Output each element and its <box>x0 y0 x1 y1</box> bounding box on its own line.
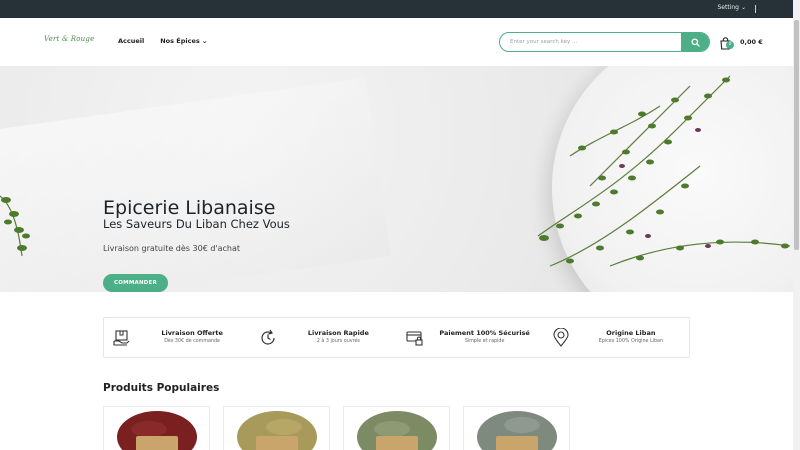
site-header: Vert & Rouge Accueil Nos Épices ⌄ 0 0,00… <box>0 18 800 66</box>
cart-amount: 0,00 € <box>740 37 763 46</box>
product-package <box>136 436 178 450</box>
secure-payment-icon <box>405 331 423 346</box>
divider <box>755 5 756 13</box>
product-list <box>103 406 570 450</box>
product-package <box>496 436 538 450</box>
main-nav: Accueil Nos Épices ⌄ <box>118 37 208 45</box>
location-origin-icon <box>553 328 569 347</box>
feature-subtitle: Dès 30€ de commande <box>164 339 220 344</box>
herb-sprig-image <box>0 195 30 257</box>
hero-subtitle: Les Saveurs Du Liban Chez Vous <box>103 217 290 231</box>
commander-button[interactable]: COMMANDER <box>103 274 168 292</box>
setting-label: Setting <box>717 4 739 11</box>
page-scrollbar[interactable] <box>793 0 800 450</box>
feature-fast-delivery: Livraison Rapide 2 à 3 jours ouvrés <box>250 318 396 357</box>
product-package <box>256 436 298 450</box>
feature-subtitle: 2 à 3 jours ouvrés <box>316 339 360 344</box>
feature-free-delivery: Livraison Offerte Dès 30€ de commande <box>104 318 250 357</box>
chevron-down-icon: ⌄ <box>740 4 746 11</box>
nav-item-nos-epices[interactable]: Nos Épices ⌄ <box>160 37 207 45</box>
feature-subtitle: Epices 100% Origine Liban <box>598 339 663 344</box>
cart-count-badge: 0 <box>726 41 734 49</box>
shopping-bag-icon: 0 <box>719 35 734 50</box>
feature-title: Origine Liban <box>606 329 656 337</box>
product-package <box>376 436 418 450</box>
top-bar: Setting ⌄ <box>0 0 800 18</box>
hero-banner: Epicerie Libanaise Les Saveurs Du Liban … <box>0 66 800 292</box>
cart[interactable]: 0 0,00 € <box>719 35 763 50</box>
product-card[interactable] <box>343 406 450 450</box>
marble-texture <box>0 77 391 292</box>
search-box <box>499 32 710 52</box>
feature-secure-payment: Paiement 100% Sécurisé Simple et rapide <box>397 318 543 357</box>
nav-item-label: Nos Épices <box>160 37 200 45</box>
fast-refresh-icon <box>261 329 275 345</box>
scrollbar-thumb[interactable] <box>794 20 799 250</box>
product-card[interactable] <box>103 406 210 450</box>
hero-promo-text: Livraison gratuite dès 30€ d'achat <box>103 244 241 253</box>
delivery-box-icon <box>113 330 130 346</box>
feature-origin: Origine Liban Epices 100% Origine Liban <box>543 318 689 357</box>
hero-title: Epicerie Libanaise <box>103 197 276 219</box>
feature-title: Paiement 100% Sécurisé <box>439 329 530 337</box>
nav-item-accueil[interactable]: Accueil <box>118 37 144 45</box>
feature-title: Livraison Offerte <box>161 329 223 337</box>
search-icon <box>690 37 700 47</box>
products-section-title: Produits Populaires <box>103 382 220 394</box>
setting-dropdown[interactable]: Setting ⌄ <box>717 4 746 11</box>
search-input[interactable] <box>510 37 680 47</box>
thyme-sprigs-image <box>537 75 791 267</box>
logo[interactable]: Vert & Rouge <box>44 35 94 43</box>
search-button[interactable] <box>681 33 709 51</box>
product-card[interactable] <box>223 406 330 450</box>
features-strip: Livraison Offerte Dès 30€ de commande Li… <box>103 317 690 358</box>
feature-subtitle: Simple et rapide <box>464 339 505 344</box>
product-card[interactable] <box>463 406 570 450</box>
feature-title: Livraison Rapide <box>307 329 369 337</box>
chevron-down-icon: ⌄ <box>201 37 208 45</box>
